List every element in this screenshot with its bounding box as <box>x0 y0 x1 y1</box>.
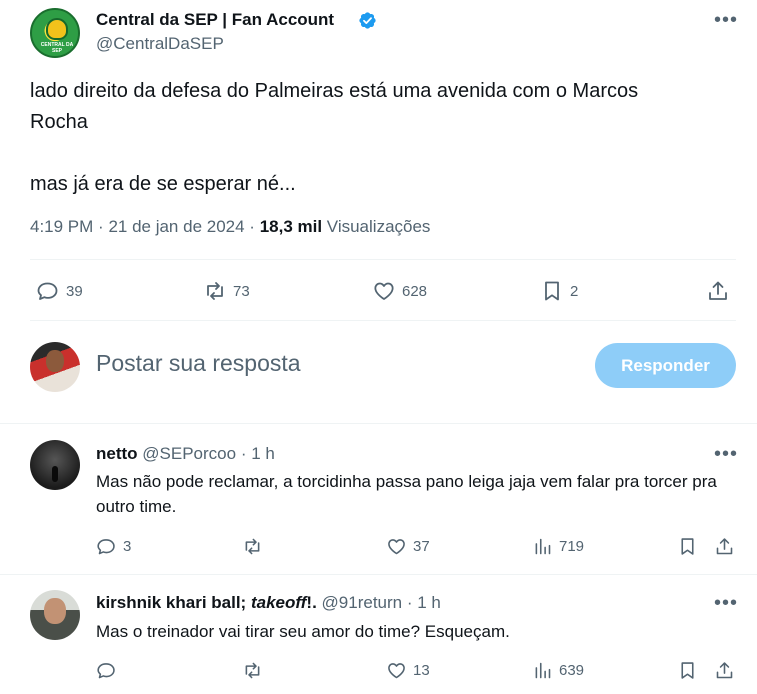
reply-author-name-suffix[interactable]: !. <box>306 593 316 612</box>
more-icon[interactable]: ••• <box>714 9 738 32</box>
verified-badge-icon <box>359 12 376 29</box>
divider <box>30 320 736 321</box>
reply-button[interactable]: 3 <box>96 536 131 557</box>
like-icon <box>388 539 405 555</box>
reply-count: 39 <box>66 282 83 300</box>
tweet-date[interactable]: 21 de jan de 2024 <box>108 217 244 236</box>
share-button[interactable] <box>714 536 735 557</box>
bookmark-button[interactable] <box>677 536 698 557</box>
views-icon <box>535 538 551 555</box>
author-handle[interactable]: @CentralDaSEP <box>96 34 224 54</box>
retweet-icon <box>245 662 260 679</box>
reply-author-avatar[interactable] <box>30 590 80 640</box>
divider <box>0 423 757 424</box>
like-button[interactable]: 628 <box>372 279 427 303</box>
share-button[interactable] <box>714 660 735 681</box>
share-icon <box>716 538 733 555</box>
reply-submit-button[interactable]: Responder <box>595 343 736 388</box>
retweet-icon <box>207 282 223 300</box>
avatar-face <box>46 350 64 372</box>
retweet-count: 73 <box>233 282 250 300</box>
tweet-meta: 4:19 PM · 21 de jan de 2024 · 18,3 mil V… <box>30 217 431 236</box>
views-count: 719 <box>559 538 585 555</box>
views-button[interactable]: 639 <box>532 660 584 681</box>
bookmark-button[interactable] <box>677 660 698 681</box>
bookmark-icon <box>681 662 694 679</box>
reply-author-avatar[interactable] <box>30 440 80 490</box>
like-button[interactable]: 13 <box>386 660 430 681</box>
reply-time[interactable]: 1 h <box>417 593 441 612</box>
share-icon <box>716 662 733 679</box>
tweet-text: lado direito da defesa do Palmeiras está… <box>30 80 639 195</box>
share-icon <box>709 281 727 300</box>
reply-author: kirshnik khari ball; takeoff!. @91return… <box>96 593 441 612</box>
reply-author: netto @SEPorcoo · 1 h <box>96 444 275 463</box>
reply-author-handle[interactable]: @91return <box>322 593 403 612</box>
more-icon[interactable]: ••• <box>714 443 738 466</box>
like-count: 628 <box>402 282 428 300</box>
more-icon[interactable]: ••• <box>714 592 738 615</box>
reply-count: 3 <box>123 538 132 555</box>
reply-button[interactable]: 39 <box>36 279 83 303</box>
reply-time[interactable]: 1 h <box>251 444 275 463</box>
retweet-icon <box>245 538 260 555</box>
author-display-name[interactable]: Central da SEP | Fan Account <box>96 10 334 30</box>
retweet-button[interactable] <box>242 660 269 681</box>
like-icon <box>388 663 405 679</box>
reply-author-name-italic[interactable]: takeoff <box>251 593 306 612</box>
tweet-time[interactable]: 4:19 PM <box>30 217 93 236</box>
reply-text: Mas o treinador vai tirar seu amor do ti… <box>96 622 510 641</box>
reply-icon <box>37 282 58 300</box>
retweet-button[interactable] <box>242 536 269 557</box>
avatar-face <box>44 598 66 624</box>
reply-icon <box>97 539 115 555</box>
bookmark-icon <box>681 538 694 555</box>
reply-author-handle[interactable]: @SEPorcoo <box>142 444 236 463</box>
avatar-figure <box>52 466 58 482</box>
views-label: Visualizações <box>326 217 431 236</box>
views-count: 18,3 mil <box>259 217 323 236</box>
bookmark-button[interactable]: 2 <box>540 279 578 303</box>
divider <box>0 574 757 575</box>
views-count: 639 <box>559 662 585 679</box>
like-icon <box>374 282 394 300</box>
reply-icon <box>97 663 115 679</box>
reply-author-name[interactable]: netto <box>96 444 138 463</box>
author-avatar[interactable]: CENTRAL DA SEP <box>30 8 80 58</box>
like-count: 13 <box>413 662 430 679</box>
bookmark-icon <box>545 281 559 301</box>
share-button[interactable] <box>706 279 730 303</box>
views-icon <box>535 662 551 679</box>
views-button[interactable]: 719 <box>532 536 584 557</box>
divider <box>30 259 736 260</box>
retweet-button[interactable]: 73 <box>203 279 250 303</box>
reply-button[interactable] <box>96 660 123 681</box>
mascot-icon <box>46 18 68 40</box>
user-avatar[interactable] <box>30 342 80 392</box>
like-button[interactable]: 37 <box>386 536 430 557</box>
reply-author-name[interactable]: kirshnik khari ball; <box>96 593 246 612</box>
reply-input[interactable]: Postar sua resposta <box>96 350 301 377</box>
like-count: 37 <box>413 538 430 555</box>
avatar-logo-text: CENTRAL DA SEP <box>40 42 74 54</box>
reply-text: Mas não pode reclamar, a torcidinha pass… <box>96 472 717 516</box>
bookmark-count: 2 <box>570 282 579 300</box>
